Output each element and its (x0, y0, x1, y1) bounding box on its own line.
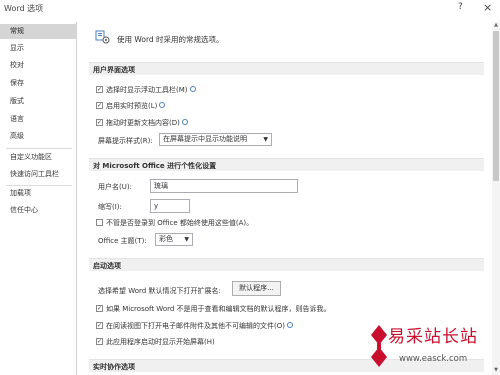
sidebar-item-general[interactable]: 常规 (0, 24, 76, 39)
checkbox[interactable]: ✓ (96, 321, 103, 329)
close-button[interactable]: × (483, 1, 492, 14)
sidebar-item-typography[interactable]: 版式 (0, 94, 76, 109)
select-value: 在屏幕提示中显示功能说明 (163, 135, 247, 143)
sidebar-divider (6, 148, 72, 149)
sidebar-item-display[interactable]: 显示 (0, 41, 76, 56)
sidebar-item-save[interactable]: 保存 (0, 76, 76, 91)
option-label: 在阅读视图下打开电子邮件附件及其他不可编辑的文件(O) (106, 322, 285, 330)
option-live-preview[interactable]: ✓ 启用实时预览(L) (96, 101, 166, 111)
sidebar-item-advanced[interactable]: 高级 (0, 129, 76, 144)
sidebar: 常规 显示 校对 保存 版式 语言 高级 自定义功能区 快速访问工具栏 加载项 … (0, 22, 77, 375)
option-label: 选择时显示浮动工具栏(M) (106, 86, 188, 94)
sidebar-item-trust-center[interactable]: 信任中心 (0, 203, 76, 218)
info-icon (159, 102, 166, 108)
section-header-personalize: 对 Microsoft Office 进行个性化设置 (89, 158, 484, 171)
option-label: 不管是否登录到 Office 都始终使用这些值(A)。 (106, 219, 254, 227)
option-label: 此应用程序启动时显示开始屏幕(H) (106, 338, 215, 346)
chevron-down-icon: ▼ (263, 136, 268, 143)
checkbox[interactable]: ✓ (96, 304, 103, 312)
username-label: 用户名(U): (98, 183, 132, 191)
watermark-logo-icon (371, 325, 387, 367)
section-title: 实时协作选项 (93, 363, 135, 371)
section-title: 对 Microsoft Office 进行个性化设置 (93, 162, 217, 170)
chevron-down-icon: ▼ (184, 236, 189, 243)
checkbox[interactable] (96, 218, 103, 226)
section-header-ui-options: 用户界面选项 (89, 62, 484, 75)
info-icon (286, 322, 293, 328)
default-extension-label: 选择希望 Word 默认情况下打开扩展名: (98, 287, 221, 295)
help-button[interactable]: ? (458, 2, 463, 12)
option-always-use-values[interactable]: 不管是否登录到 Office 都始终使用这些值(A)。 (96, 218, 253, 228)
window-title: Word 选项 (4, 4, 44, 13)
option-reading-view-attachments[interactable]: ✓ 在阅读视图下打开电子邮件附件及其他不可编辑的文件(O) (96, 321, 293, 331)
option-label: 拖动时更新文档内容(D) (106, 119, 180, 127)
option-update-while-dragging[interactable]: ✓ 拖动时更新文档内容(D) (96, 118, 188, 128)
sidebar-item-language[interactable]: 语言 (0, 112, 76, 127)
title-bar: Word 选项 ? × (0, 0, 500, 18)
word-options-dialog: Word 选项 ? × 常规 显示 校对 保存 版式 语言 高级 自定义功能区 … (0, 0, 500, 375)
option-floating-toolbar[interactable]: ✓ 选择时显示浮动工具栏(M) (96, 85, 196, 95)
sidebar-item-quick-access-toolbar[interactable]: 快速访问工具栏 (0, 167, 76, 182)
initials-label: 缩写(I): (98, 203, 122, 211)
info-icon (189, 86, 196, 92)
scroll-up-arrow-icon[interactable]: ▲ (492, 22, 500, 30)
section-header-startup: 启动选项 (89, 258, 484, 271)
office-theme-label: Office 主题(T): (98, 237, 147, 245)
default-programs-button[interactable]: 默认程序... (232, 281, 281, 296)
option-label: 启用实时预览(L) (106, 102, 158, 110)
watermark-url: www.easck.com (399, 354, 468, 364)
general-options-icon (95, 30, 110, 44)
checkbox[interactable]: ✓ (96, 101, 103, 109)
section-title: 用户界面选项 (93, 66, 135, 74)
select-value: 彩色 (159, 235, 173, 243)
info-icon (181, 119, 188, 125)
page-header: 使用 Word 时采用的常规选项。 (82, 22, 492, 52)
office-theme-select[interactable]: 彩色 ▼ (155, 233, 193, 246)
watermark: 易采站长站 www.easck.com (367, 317, 500, 375)
option-label: 如果 Microsoft Word 不是用于查看和编辑文档的默认程序，则告诉我。 (106, 305, 331, 313)
watermark-text: 易采站长站 (388, 327, 478, 347)
checkbox[interactable]: ✓ (96, 118, 103, 126)
scroll-thumb[interactable] (493, 31, 499, 181)
username-field[interactable]: 琉璃 (150, 179, 298, 193)
tooltip-style-label: 屏幕提示样式(R): (98, 137, 153, 145)
section-title: 启动选项 (93, 262, 121, 270)
option-default-program-notify[interactable]: ✓ 如果 Microsoft Word 不是用于查看和编辑文档的默认程序，则告诉我… (96, 304, 331, 314)
page-description: 使用 Word 时采用的常规选项。 (117, 35, 224, 44)
tooltip-style-select[interactable]: 在屏幕提示中显示功能说明 ▼ (159, 133, 272, 146)
sidebar-item-customize-ribbon[interactable]: 自定义功能区 (0, 150, 76, 165)
option-show-start-screen[interactable]: ✓ 此应用程序启动时显示开始屏幕(H) (96, 337, 215, 347)
checkbox[interactable]: ✓ (96, 337, 103, 345)
checkbox[interactable]: ✓ (96, 85, 103, 93)
sidebar-item-proofing[interactable]: 校对 (0, 58, 76, 73)
sidebar-item-add-ins[interactable]: 加载项 (0, 186, 76, 201)
initials-field[interactable]: y (150, 199, 190, 213)
